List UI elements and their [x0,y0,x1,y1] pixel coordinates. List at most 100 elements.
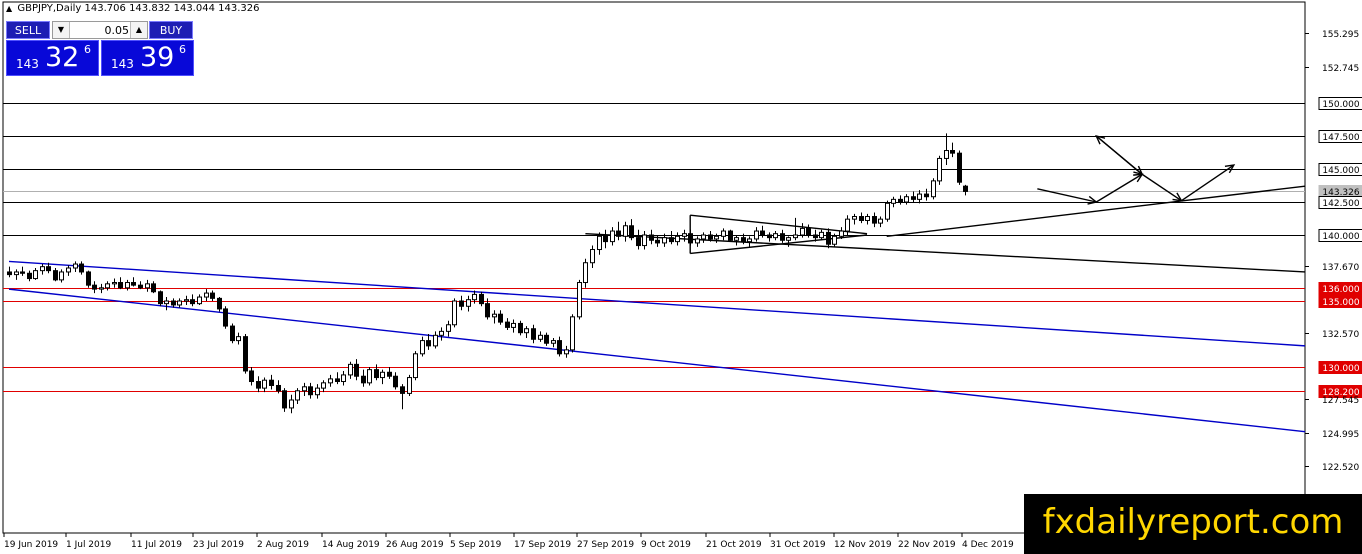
bull-candle [819,231,824,239]
bull-candle [701,234,706,240]
bull-candle [105,283,110,289]
bull-candle [420,340,425,355]
bear-candle [223,308,228,327]
bear-candle [859,216,864,221]
bull-candle [583,262,588,284]
bull-candle [197,296,202,305]
level-price-label: 140.000 [1322,232,1359,242]
bull-candle [734,237,739,241]
bear-candle [7,271,12,276]
buy-quote-prefix: 143 [111,57,134,71]
bull-candle [33,270,38,280]
sell-quote[interactable]: 143 32 6 [6,40,99,76]
bull-candle [590,249,595,264]
y-tick-label: 152.745 [1322,64,1359,74]
bear-candle [557,340,562,355]
bull-candle [125,282,130,289]
bull-candle [452,300,457,326]
bull-candle [904,196,909,203]
x-tick-label: 9 Oct 2019 [641,540,691,550]
bear-candle [741,237,746,243]
bull-candle [832,235,837,245]
bear-candle [459,300,464,307]
one-click-trading-panel: SELL ▼ ▲ BUY 143 32 6 143 39 6 [6,21,194,76]
x-tick-label: 5 Sep 2019 [450,540,502,550]
lot-increase-icon[interactable]: ▲ [130,22,147,38]
level-price-label: 136.000 [1322,285,1359,295]
level-price-label: 142.500 [1322,199,1359,209]
bear-candle [276,384,281,392]
bull-candle [786,237,791,241]
bull-candle [839,230,844,237]
bull-candle [321,382,326,389]
sell-quote-prefix: 143 [16,57,39,71]
ohlc-values: 143.706 143.832 143.044 143.326 [84,3,260,14]
bull-candle [610,230,615,243]
bull-candle [852,216,857,220]
bull-candle [380,371,385,379]
bull-candle [466,299,471,307]
bear-candle [505,321,510,328]
bear-candle [118,282,123,289]
bear-candle [479,293,484,305]
x-tick-label: 14 Aug 2019 [322,540,380,550]
lot-size-control: ▼ ▲ [52,21,148,39]
bear-candle [924,193,929,198]
bull-candle [439,330,444,336]
bull-candle [845,218,850,232]
bear-candle [249,370,254,383]
bull-candle [773,233,778,239]
bear-candle [688,233,693,244]
bear-candle [649,234,654,241]
bull-candle [662,237,667,244]
x-tick-label: 11 Jul 2019 [131,540,182,550]
bull-candle [937,157,942,182]
bear-candle [27,272,32,280]
bull-candle [177,300,182,306]
collapse-triangle-icon[interactable]: ▲ [6,4,12,13]
level-price-label: 135.000 [1322,298,1359,308]
bear-candle [780,233,785,241]
y-tick-label: 127.545 [1322,396,1359,406]
bear-candle [138,284,143,289]
y-tick-label: 132.570 [1322,330,1359,340]
bull-candle [492,313,497,318]
x-tick-label: 21 Oct 2019 [706,540,762,550]
bear-candle [361,375,366,384]
bull-candle [885,202,890,220]
bear-candle [335,378,340,383]
bull-candle [800,227,805,236]
level-price-label: 130.000 [1322,364,1359,374]
y-tick-label: 155.295 [1322,30,1359,40]
bull-candle [793,234,798,239]
sell-quote-pip: 6 [84,43,91,56]
buy-quote-main: 39 [140,42,175,73]
bear-candle [354,363,359,377]
lot-decrease-icon[interactable]: ▼ [53,22,70,38]
bull-candle [145,283,150,289]
bull-candle [577,282,582,318]
bull-candle [184,299,189,302]
buy-quote[interactable]: 143 39 6 [101,40,194,76]
bear-candle [767,234,772,239]
bull-candle [59,271,64,281]
bear-candle [243,336,248,372]
bear-candle [872,216,877,224]
bear-candle [171,300,176,306]
bull-candle [295,390,300,401]
buy-quote-pip: 6 [179,43,186,56]
bull-candle [623,225,628,237]
bull-candle [73,263,78,269]
sell-button[interactable]: SELL [6,21,50,39]
bear-candle [544,334,549,344]
bull-candle [433,334,438,347]
chart-background [0,0,1362,554]
bull-candle [917,193,922,200]
lot-size-input[interactable] [71,22,131,38]
bear-candle [498,313,503,323]
bear-candle [79,263,84,273]
bear-candle [190,299,195,305]
bear-candle [806,227,811,236]
buy-button[interactable]: BUY [149,21,193,39]
bear-candle [629,225,634,239]
